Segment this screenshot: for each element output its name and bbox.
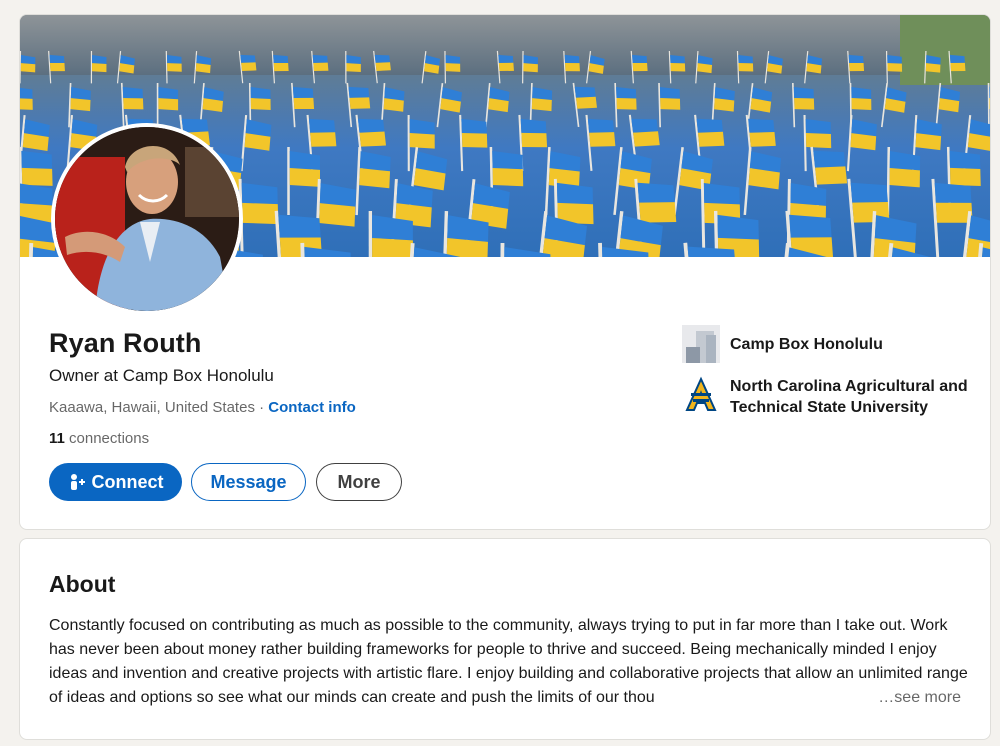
message-button[interactable]: Message — [191, 463, 306, 501]
profile-name: Ryan Routh — [49, 328, 202, 358]
org-camp-box-honolulu[interactable]: Camp Box Honolulu — [682, 325, 883, 363]
org-name: Camp Box Honolulu — [730, 336, 883, 353]
profile-card: Ryan Routh Owner at Camp Box Honolulu Ka… — [19, 14, 991, 530]
message-label: Message — [210, 471, 287, 492]
profile-photo-image — [55, 127, 239, 311]
connect-label: Connect — [91, 471, 164, 492]
ncat-aggie-logo-icon — [682, 376, 720, 414]
profile-location: Kaaawa, Hawaii, United States — [49, 399, 255, 416]
connections-number: 11 — [49, 430, 65, 447]
about-heading: About — [49, 571, 116, 597]
org-ncat[interactable]: North Carolina Agricultural and Technica… — [682, 376, 970, 418]
connections-count[interactable]: 11 connections — [49, 430, 149, 447]
contact-info-link[interactable]: Contact info — [268, 399, 356, 416]
location-row: Kaaawa, Hawaii, United States · Contact … — [49, 399, 356, 416]
about-card: About Constantly focused on contributing… — [19, 538, 991, 740]
profile-photo[interactable] — [51, 123, 243, 315]
see-more-link[interactable]: …see more — [862, 686, 961, 710]
more-label: More — [337, 471, 381, 492]
profile-headline: Owner at Camp Box Honolulu — [49, 366, 274, 385]
about-text: Constantly focused on contributing as mu… — [49, 617, 968, 706]
location-separator: · — [254, 399, 269, 416]
org-name: North Carolina Agricultural and Technica… — [730, 378, 968, 416]
connections-label: connections — [64, 430, 150, 447]
company-placeholder-icon — [682, 325, 720, 363]
more-button[interactable]: More — [316, 463, 402, 501]
connect-button[interactable]: Connect — [49, 463, 182, 501]
add-person-icon — [68, 473, 86, 491]
